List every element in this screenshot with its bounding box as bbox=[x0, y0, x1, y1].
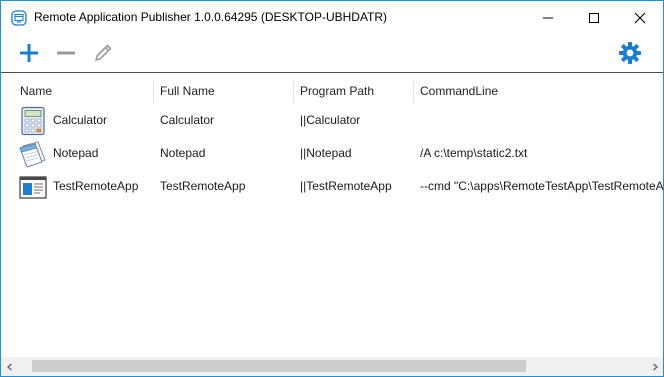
maximize-icon bbox=[589, 12, 599, 23]
app-name: TestRemoteApp bbox=[53, 179, 139, 193]
list-item[interactable]: TestRemoteApp TestRemoteApp ||TestRemote… bbox=[1, 170, 663, 203]
title-bar[interactable]: Remote Application Publisher 1.0.0.64295… bbox=[1, 1, 663, 34]
close-button[interactable] bbox=[617, 1, 663, 34]
column-header-full-name[interactable]: Full Name bbox=[160, 79, 215, 103]
scroll-right-button[interactable] bbox=[646, 357, 663, 376]
remove-app-button[interactable] bbox=[53, 40, 79, 66]
app-command-line bbox=[420, 104, 663, 137]
app-full-name: TestRemoteApp bbox=[160, 179, 246, 193]
maximize-button[interactable] bbox=[571, 1, 617, 34]
add-app-button[interactable] bbox=[16, 40, 42, 66]
column-divider[interactable] bbox=[293, 81, 294, 103]
chevron-right-icon bbox=[652, 363, 658, 370]
app-full-name: Notepad bbox=[160, 146, 206, 160]
minimize-icon bbox=[543, 17, 553, 18]
horizontal-scrollbar[interactable] bbox=[1, 357, 663, 376]
settings-button[interactable] bbox=[617, 40, 643, 66]
app-command-line: --cmd "C:\apps\RemoteTestApp\TestRemoteA… bbox=[420, 179, 663, 193]
gear-icon bbox=[619, 42, 641, 64]
calculator-icon bbox=[18, 106, 48, 136]
chevron-left-icon bbox=[6, 363, 12, 370]
list-item[interactable]: Calculator Calculator ||Calculator bbox=[1, 104, 663, 137]
notepad-icon bbox=[18, 139, 48, 169]
column-header-command-line[interactable]: CommandLine bbox=[420, 79, 498, 103]
column-header-name[interactable]: Name bbox=[20, 79, 52, 103]
app-name: Calculator bbox=[53, 113, 108, 127]
column-header-program-path[interactable]: Program Path bbox=[300, 79, 374, 103]
list-item[interactable]: Notepad Notepad ||Notepad /A c:\temp\sta… bbox=[1, 137, 663, 170]
app-program-path: ||Calculator bbox=[300, 113, 361, 127]
minus-icon bbox=[57, 51, 75, 55]
pencil-icon bbox=[95, 44, 112, 61]
list-header: Name Full Name Program Path CommandLine bbox=[1, 79, 663, 103]
column-divider[interactable] bbox=[413, 81, 414, 103]
column-divider[interactable] bbox=[153, 81, 154, 103]
plus-icon bbox=[20, 44, 38, 62]
app-logo-icon bbox=[11, 10, 27, 26]
scrollbar-thumb[interactable] bbox=[32, 360, 526, 372]
minimize-button[interactable] bbox=[525, 1, 571, 34]
app-window: Remote Application Publisher 1.0.0.64295… bbox=[0, 0, 664, 377]
toolbar bbox=[1, 34, 663, 73]
scroll-left-button[interactable] bbox=[1, 357, 18, 376]
window-title: Remote Application Publisher 1.0.0.64295… bbox=[34, 10, 388, 24]
app-command-line: /A c:\temp\static2.txt bbox=[420, 146, 528, 160]
app-list[interactable]: Name Full Name Program Path CommandLine bbox=[1, 73, 663, 357]
app-program-path: ||TestRemoteApp bbox=[300, 179, 392, 193]
app-name: Notepad bbox=[53, 146, 99, 160]
app-window-icon bbox=[18, 172, 48, 202]
edit-app-button[interactable] bbox=[90, 40, 116, 66]
app-program-path: ||Notepad bbox=[300, 146, 352, 160]
close-icon bbox=[634, 12, 646, 23]
app-full-name: Calculator bbox=[160, 113, 215, 127]
